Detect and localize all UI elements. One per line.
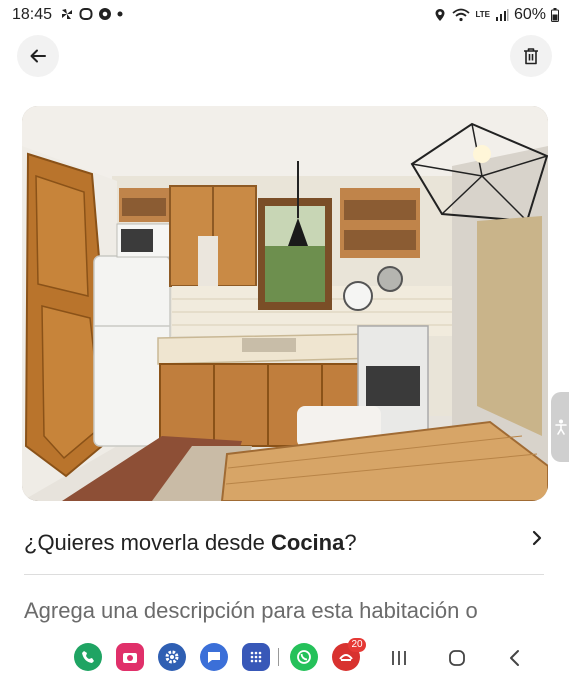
move-room-row[interactable]: ¿Quieres moverla desde Cocina?: [24, 518, 548, 568]
battery-level: 60%: [513, 6, 546, 23]
description-input[interactable]: Agrega una descripción para esta habitac…: [24, 598, 478, 624]
wifi-icon: [452, 8, 471, 22]
recents-button[interactable]: [390, 649, 408, 667]
delete-photo-button[interactable]: [510, 35, 552, 77]
status-time: 18:45: [12, 6, 53, 23]
accessibility-icon: [555, 419, 567, 435]
kitchen-illustration: [22, 106, 548, 501]
trash-icon: [524, 48, 538, 65]
camera-app-icon[interactable]: [116, 643, 144, 671]
network-label: LTE: [475, 10, 490, 19]
app-drawer-icon[interactable]: [242, 643, 270, 671]
status-right: LTE 60%: [433, 6, 559, 24]
move-prompt-suffix: ?: [344, 530, 357, 555]
home-button[interactable]: [448, 649, 466, 667]
notification-badge: 20: [348, 638, 366, 652]
settings-app-icon[interactable]: [158, 643, 186, 671]
arrow-left-icon: [30, 49, 46, 63]
whatsapp-app-icon[interactable]: [290, 643, 318, 671]
shield-icon: [79, 8, 93, 20]
messages-app-icon[interactable]: [200, 643, 228, 671]
signal-icon: [495, 9, 509, 21]
accessibility-tab[interactable]: [551, 392, 569, 462]
move-room-text: ¿Quieres moverla desde Cocina?: [24, 530, 357, 556]
current-room-name: Cocina: [271, 530, 345, 555]
nav-back-button[interactable]: [508, 649, 522, 667]
dot-icon: [117, 11, 123, 17]
location-icon: [435, 9, 445, 21]
chrome-icon: [99, 8, 111, 20]
kitchen-photo[interactable]: [22, 106, 548, 501]
divider: [24, 574, 544, 575]
status-left-icons: [60, 7, 123, 21]
move-prompt-prefix: ¿Quieres moverla desde: [24, 530, 271, 555]
navigation-bar: 20: [0, 632, 569, 683]
battery-icon: [551, 8, 559, 22]
phone-app-icon[interactable]: [74, 643, 102, 671]
back-button[interactable]: [17, 35, 59, 77]
status-bar: 18:45 LTE 60%: [0, 0, 569, 32]
pinwheel-icon: [62, 9, 72, 19]
chevron-right-icon: [532, 530, 542, 546]
nav-separator: [278, 648, 279, 666]
